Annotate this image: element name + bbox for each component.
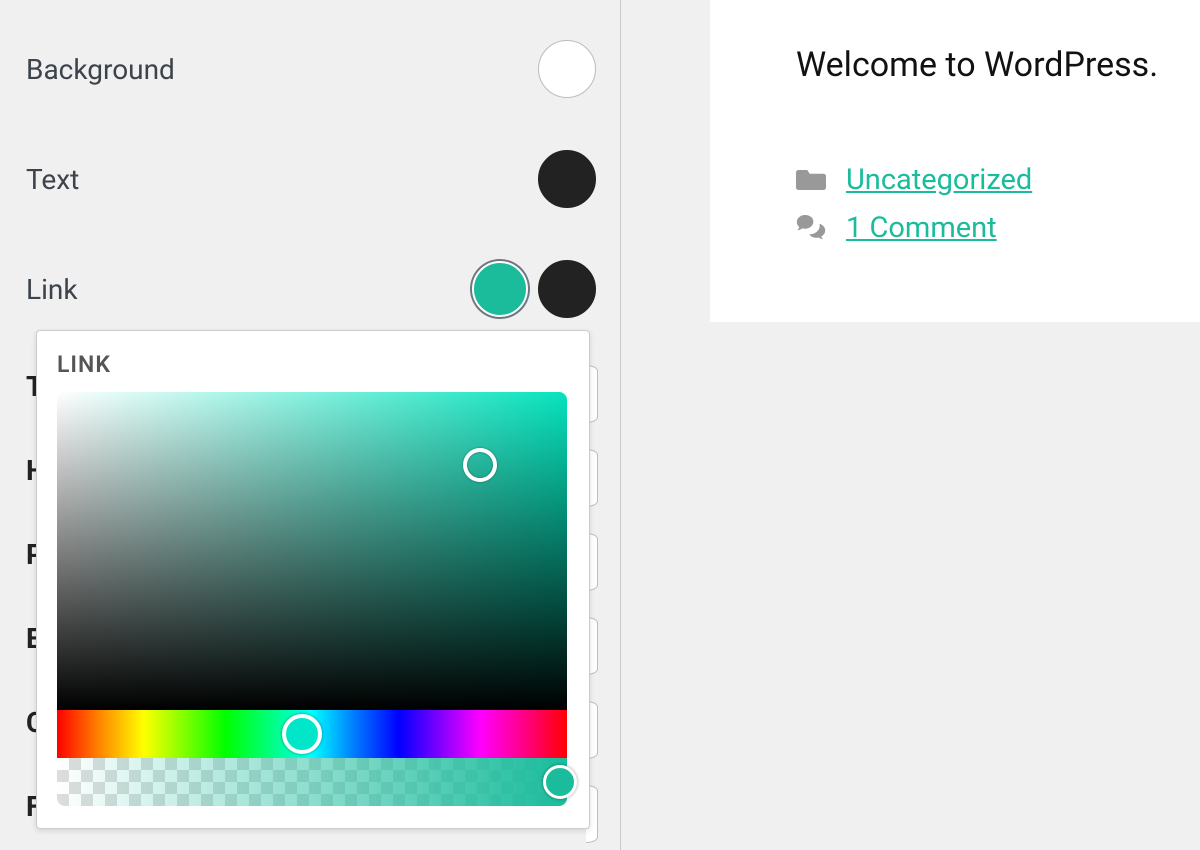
- meta-row-comments: 1 Comment: [796, 211, 1200, 245]
- color-label-link: Link: [26, 273, 78, 306]
- picker-title: LINK: [57, 351, 569, 378]
- preview-meta: Uncategorized 1 Comment: [796, 163, 1200, 245]
- comments-link[interactable]: 1 Comment: [846, 211, 997, 245]
- color-label-background: Background: [26, 53, 175, 86]
- color-row-text: Text: [0, 124, 620, 234]
- color-row-link: Link: [0, 234, 620, 344]
- alpha-slider[interactable]: [57, 758, 567, 806]
- hue-thumb[interactable]: [282, 714, 322, 754]
- folder-icon: [796, 167, 826, 193]
- swatch-text[interactable]: [538, 150, 596, 208]
- swatches-text: [538, 150, 596, 208]
- preview-pane: Welcome to WordPress. Uncategorized 1 Co…: [710, 0, 1200, 322]
- swatches-background: [538, 40, 596, 98]
- swatches-link: [472, 260, 596, 318]
- customizer-sidebar: Background Text Link T H P E C F LINK: [0, 0, 621, 850]
- swatch-link-hover[interactable]: [538, 260, 596, 318]
- color-picker-popup: LINK: [36, 330, 590, 829]
- comments-icon: [796, 215, 826, 241]
- preview-welcome-text: Welcome to WordPress.: [796, 45, 1200, 85]
- saturation-area[interactable]: [57, 392, 567, 710]
- saturation-thumb[interactable]: [463, 448, 497, 482]
- swatch-link-default[interactable]: [472, 261, 528, 317]
- hue-slider[interactable]: [57, 710, 567, 758]
- color-row-background: Background: [0, 14, 620, 124]
- category-link[interactable]: Uncategorized: [846, 163, 1032, 197]
- alpha-thumb[interactable]: [543, 765, 577, 799]
- meta-row-category: Uncategorized: [796, 163, 1200, 197]
- swatch-background[interactable]: [538, 40, 596, 98]
- color-label-text: Text: [26, 163, 79, 196]
